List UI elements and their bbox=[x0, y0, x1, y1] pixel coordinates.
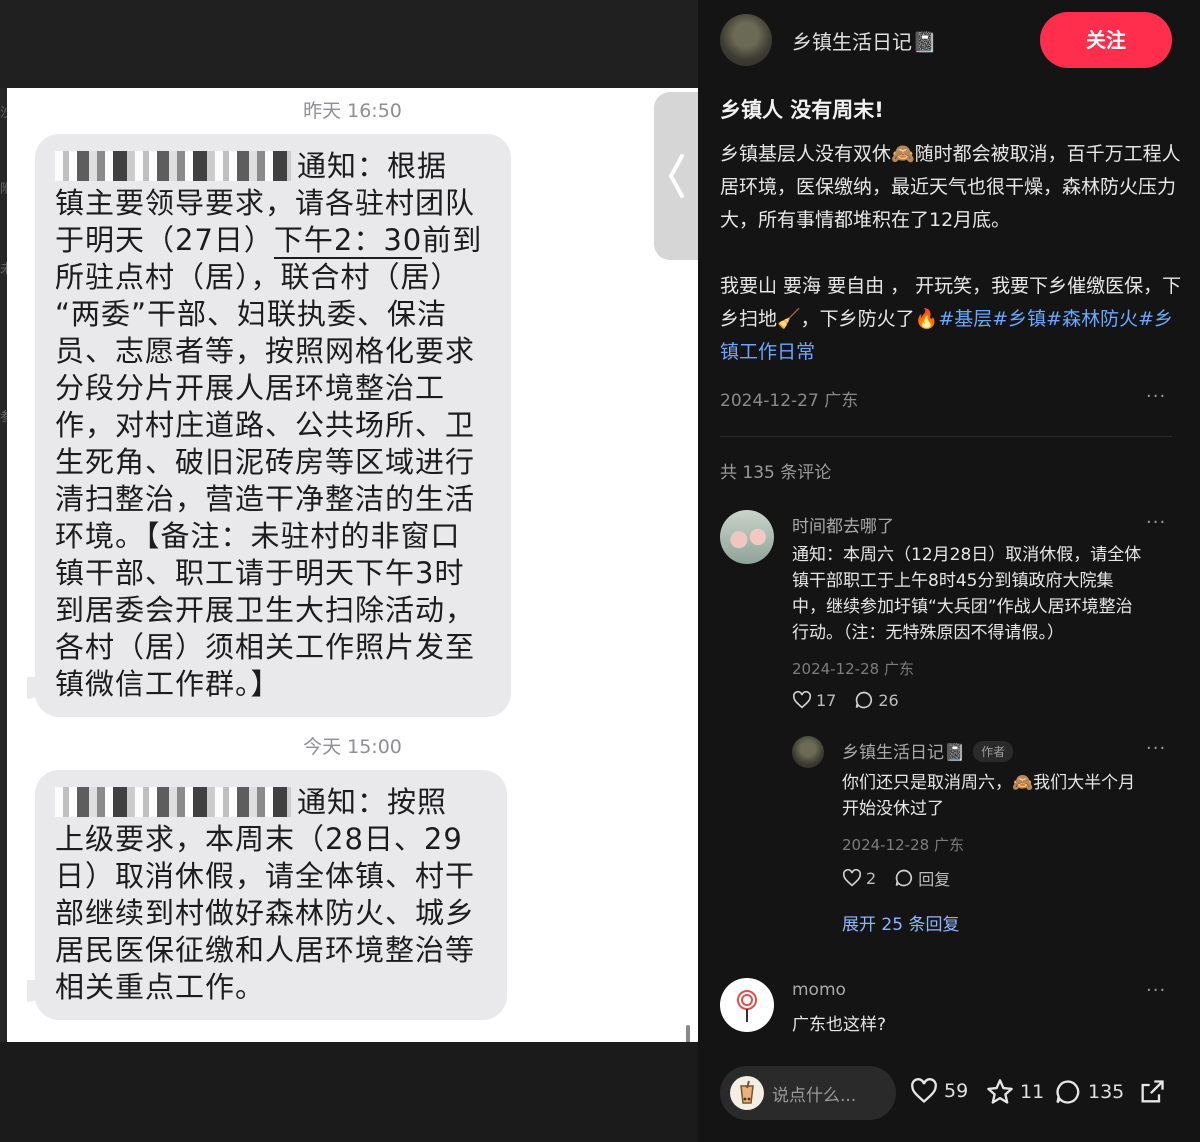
comment-username[interactable]: 时间都去哪了 bbox=[792, 512, 894, 537]
sms-bubble-line: 居民医保征缴和人居环境整治等 bbox=[55, 933, 476, 967]
viewer-topbar bbox=[0, 0, 698, 88]
sms-bubble-line: 通知：按照 bbox=[55, 784, 489, 821]
comment-input-placeholder: 说点什么... bbox=[772, 1086, 857, 1106]
sms-bubble-line: 上级要求，本周末（28日、29 bbox=[55, 822, 463, 856]
image-viewer: 沙 附 未 参 昨天 16:50 通知：根据 镇主要领导要求，请各驻村团队 于明… bbox=[0, 0, 698, 1142]
heart-icon bbox=[842, 869, 862, 887]
comment-text: 通知：本周六（12月28日）取消休假，请全体 镇干部职工于上午8时45分到镇政府… bbox=[792, 545, 1142, 643]
edge-glyph: 未 bbox=[0, 262, 7, 277]
sms-bubble-line: 于明天（27日）下午2：30前到 bbox=[55, 223, 483, 259]
divider bbox=[720, 436, 1172, 437]
comment-text: 广东也这样? bbox=[792, 1015, 887, 1035]
sms-bubble-line: 生死角、破旧泥砖房等区域进行 bbox=[55, 445, 476, 479]
sms-bubble-line: 清扫整治，营造干净整洁的生活 bbox=[55, 482, 476, 516]
post-date-location: 2024-12-27 广东 bbox=[720, 391, 859, 411]
post-paragraph: 乡镇基层人没有双休🙈随时都会被取消，百千万工程人居环境，医保缴纳，最近天气也很干… bbox=[720, 143, 1181, 231]
viewer-bottombar bbox=[0, 1042, 698, 1142]
post-title: 乡镇人 没有周末! bbox=[720, 98, 884, 122]
post-body: 乡镇基层人没有双休🙈随时都会被取消，百千万工程人居环境，医保缴纳，最近天气也很干… bbox=[720, 138, 1182, 402]
comment-count: 共 135 条评论 bbox=[720, 463, 832, 483]
commenter-avatar[interactable] bbox=[720, 978, 774, 1032]
lollipop-icon bbox=[737, 990, 757, 1022]
like-button[interactable]: 59 bbox=[910, 1078, 968, 1104]
hashtag-link[interactable]: #基层 bbox=[938, 308, 992, 330]
comment-bubble-icon bbox=[1056, 1080, 1080, 1104]
app-root: 沙 附 未 参 昨天 16:50 通知：根据 镇主要领导要求，请各驻村团队 于明… bbox=[0, 0, 1200, 1142]
comment-bubble-icon bbox=[895, 869, 913, 887]
sms-bubble-line: 部继续到村做好森林防火、城乡 bbox=[55, 896, 476, 930]
comment-username[interactable]: momo bbox=[792, 980, 846, 1000]
hashtag-link[interactable]: #森林防火 bbox=[1046, 308, 1138, 330]
chevron-left-icon bbox=[668, 154, 684, 198]
sms-bubble-line: 作，对村庄道路、公共场所、卫 bbox=[55, 408, 476, 442]
sms-bubble-line: 环境。【备注：未驻村的非窗口 bbox=[55, 519, 461, 553]
sms-bubble-line: 分段分片开展人居环境整治工 bbox=[55, 371, 446, 405]
follow-button[interactable]: 关注 bbox=[1040, 12, 1172, 68]
author-badge: 作者 bbox=[973, 741, 1014, 762]
bubble-tea-icon bbox=[740, 1080, 754, 1104]
background-edge: 沙 附 未 参 bbox=[0, 88, 7, 1042]
comment-like-button[interactable]: 17 bbox=[792, 691, 836, 710]
edge-glyph: 附 bbox=[0, 182, 7, 197]
author-name[interactable]: 乡镇生活日记📓 bbox=[792, 26, 937, 55]
comment-reply-button[interactable]: 26 bbox=[854, 690, 899, 710]
comment-input[interactable]: 说点什么... bbox=[720, 1066, 896, 1120]
sms-bubble-1: 通知：根据 镇主要领导要求，请各驻村团队 于明天（27日）下午2：30前到 所驻… bbox=[35, 134, 511, 717]
sms-bubble-line: 到居委会开展卫生大扫除活动， bbox=[55, 593, 476, 627]
sms-bubble-line: 相关重点工作。 bbox=[55, 970, 266, 1004]
interaction-bar: 说点什么... 59 11 135 bbox=[698, 1046, 1200, 1142]
heart-icon bbox=[911, 1078, 937, 1104]
comment-more-icon[interactable]: ··· bbox=[1146, 980, 1166, 1001]
sms-bubble-line: 通知：根据 bbox=[55, 148, 493, 185]
comment-bubble-icon bbox=[856, 691, 873, 709]
sms-bubble-2: 通知：按照 上级要求，本周末（28日、29 日）取消休假，请全体镇、村干 部继续… bbox=[35, 770, 507, 1020]
scrollbar-thumb[interactable] bbox=[686, 1025, 690, 1042]
reply-more-icon[interactable]: ··· bbox=[1146, 738, 1166, 759]
comment-more-icon[interactable]: ··· bbox=[1146, 512, 1166, 533]
redacted-sender bbox=[55, 151, 291, 181]
user-avatar bbox=[730, 1076, 764, 1110]
share-icon bbox=[1141, 1080, 1164, 1103]
sms-timestamp: 昨天 16:50 bbox=[303, 100, 402, 122]
reply-avatar[interactable] bbox=[792, 736, 824, 768]
sms-bubble-line: 员、志愿者等，按照网格化要求 bbox=[55, 334, 476, 368]
sms-bubble-line: 日）取消休假，请全体镇、村干 bbox=[55, 859, 476, 893]
sms-bubble-line: 镇干部、职工请于明天下午3时 bbox=[55, 556, 465, 590]
hashtag-link[interactable]: #乡镇 bbox=[992, 308, 1046, 330]
edge-glyph: 参 bbox=[0, 410, 7, 425]
sms-bubble-line: 镇主要领导要求，请各驻村团队 bbox=[55, 186, 476, 220]
expand-replies-link[interactable]: 展开 25 条回复 bbox=[842, 910, 959, 935]
sms-bubble-line: 镇微信工作群。】 bbox=[55, 667, 281, 701]
commenter-avatar[interactable] bbox=[720, 510, 774, 564]
edge-glyph: 沙 bbox=[0, 106, 7, 121]
collapse-panel-button[interactable] bbox=[654, 92, 698, 260]
sms-screenshot: 昨天 16:50 通知：根据 镇主要领导要求，请各驻村团队 于明天（27日）下午… bbox=[7, 88, 698, 1042]
sms-timestamp: 今天 15:00 bbox=[303, 736, 402, 758]
reply-date: 2024-12-28 广东 bbox=[842, 836, 964, 854]
redacted-sender bbox=[55, 787, 291, 817]
sms-bubble-line: 各村（居）须相关工作照片发至 bbox=[55, 630, 476, 664]
reply-text: 你们还只是取消周六，🙈我们大半个月 开始没休过了 bbox=[842, 773, 1136, 819]
star-icon bbox=[987, 1079, 1013, 1104]
reply-reply-button[interactable]: 回复 bbox=[894, 866, 950, 890]
reply-actions: 2 回复 bbox=[842, 866, 968, 890]
reply-like-button[interactable]: 2 bbox=[842, 869, 876, 888]
post-more-icon[interactable]: ··· bbox=[1146, 386, 1166, 407]
sms-bubble-line: 所驻点村（居），联合村（居） bbox=[55, 260, 461, 294]
comment-actions: 17 26 bbox=[792, 690, 917, 710]
share-button[interactable] bbox=[1138, 1078, 1172, 1106]
post-detail-panel: 乡镇生活日记📓 关注 乡镇人 没有周末! 乡镇基层人没有双休🙈随时都会被取消，百… bbox=[698, 0, 1200, 1142]
post-paragraph: 我要山 要海 要自由 ， 开玩笑，我要下乡催缴医保，下乡扫地🧹，下乡防火了🔥#基… bbox=[720, 275, 1182, 363]
comment-date: 2024-12-28 广东 bbox=[792, 660, 914, 678]
sms-bubble-line: “两委”干部、妇联执委、保洁 bbox=[55, 297, 448, 331]
collect-button[interactable]: 11 bbox=[986, 1078, 1044, 1106]
author-avatar[interactable] bbox=[720, 14, 772, 66]
comments-button[interactable]: 135 bbox=[1054, 1078, 1124, 1106]
reply-username[interactable]: 乡镇生活日记📓 作者 bbox=[842, 738, 1014, 763]
heart-icon bbox=[792, 691, 812, 709]
